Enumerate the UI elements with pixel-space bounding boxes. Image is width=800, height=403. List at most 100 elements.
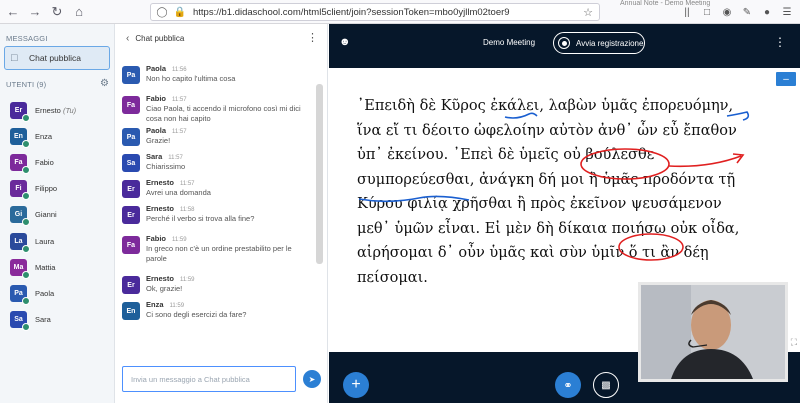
profile-icon[interactable]: ● — [760, 5, 774, 19]
message-time: 11:59 — [179, 277, 195, 283]
browser-toolbar: ← → ↻ ⌂ ◯ 🔒 https://b1.didaschool.com/ht… — [0, 0, 800, 24]
slide-text: ᾿Επειδὴ δὲ Κῦρος ἐκάλει, λαβὼν ὑμᾶς ἐπορ… — [357, 94, 777, 290]
microphone-status-icon — [22, 296, 30, 305]
reload-icon[interactable]: ↻ — [48, 3, 66, 21]
message-time: 11:57 — [168, 155, 183, 161]
slide-line: Κύρου φιλίᾳ χρῆσθαι ἢ πρὸς ἐκεῖνον ψευσά… — [357, 196, 722, 212]
avatar: Er — [122, 180, 140, 198]
actions-plus-button[interactable]: + — [343, 372, 369, 398]
chat-panel: ‹ Chat pubblica ⋮ Pa Paola 11:56 Non ho cap… — [116, 24, 328, 403]
avatar: Pa — [122, 66, 140, 84]
user-name-text: Mattia — [35, 262, 56, 272]
slide-line: μεθ᾿ ὑμῶν εἶναι. Εἰ μὲν δὴ δίκαια ποιήσω… — [357, 220, 740, 237]
user-list-item[interactable]: En Enza — [10, 126, 110, 148]
chat-message-input[interactable]: Invia un messaggio a Chat pubblica — [122, 366, 296, 392]
chat-scrollbar[interactable] — [316, 84, 323, 264]
message-sender: Ernesto 11:57 — [146, 178, 195, 187]
user-name-text: Ernesto — [35, 105, 61, 115]
avatar: Pa — [122, 128, 140, 146]
sender-name: Paola — [146, 126, 167, 135]
chevron-left-icon[interactable]: ‹ — [126, 33, 129, 44]
chat-message: Pa Paola 11:56 Non ho capito l'ultima cosa — [122, 62, 312, 90]
user-self-tag: (Tu) — [62, 105, 77, 115]
minimize-presentation-button[interactable]: – — [776, 72, 796, 86]
chat-message: Er Ernesto 11:59 Ok, grazie! — [122, 272, 312, 296]
user-list-item[interactable]: Gi Gianni — [10, 205, 110, 227]
user-list-item[interactable]: Fi Filippo — [10, 179, 110, 201]
message-time: 11:57 — [172, 97, 187, 103]
send-button[interactable]: ➤ — [303, 370, 321, 388]
public-chat-label: Chat pubblica — [29, 53, 81, 63]
user-name: Filippo — [35, 184, 57, 193]
avatar: Er — [10, 101, 30, 122]
message-time: 11:59 — [169, 303, 185, 309]
bookmark-star-icon[interactable]: ☆ — [583, 6, 593, 19]
record-button[interactable]: Avvia registrazione — [553, 32, 645, 54]
shield-icon: ◯ — [156, 6, 168, 18]
message-sender: Paola 11:56 — [146, 64, 187, 73]
more-options-icon[interactable]: ⋮ — [307, 31, 318, 44]
message-sender: Paola 11:57 — [146, 126, 187, 135]
message-time: 11:57 — [172, 129, 187, 135]
user-list-item[interactable]: Er Ernesto (Tu) — [10, 100, 110, 122]
avatar: La — [10, 232, 30, 253]
user-name: Fabio — [35, 158, 54, 167]
message-sender: Fabio 11:57 — [146, 94, 187, 103]
user-list-item[interactable]: Fa Fabio — [10, 152, 110, 174]
slide-line: ᾿Επειδὴ δὲ Κῦρος ἐκάλει, λαβὼν ὑμᾶς ἐπορ… — [357, 98, 734, 114]
menu-icon[interactable]: ☰ — [780, 5, 794, 19]
user-name-text: Sara — [35, 315, 51, 325]
chat-message: En Enza 11:59 Ci sono degli esercizi da far… — [122, 298, 312, 326]
chat-title: Chat pubblica — [135, 33, 185, 43]
more-options-icon[interactable]: ⋮ — [774, 35, 786, 49]
sender-name: Fabio — [146, 234, 166, 243]
chat-message: Sa Sara 11:57 Chiarissimo — [122, 150, 312, 174]
sender-name: Ernesto — [146, 178, 174, 187]
meeting-title: Demo Meeting — [483, 38, 536, 47]
user-name: Mattia — [35, 263, 55, 272]
address-bar[interactable]: ◯ 🔒 https://b1.didaschool.com/html5clien… — [150, 3, 600, 21]
user-name: Gianni — [35, 210, 57, 219]
home-icon[interactable]: ⌂ — [70, 3, 88, 21]
slide-line: ὑπ᾿ ἐκείνου. ᾿Επεὶ δὲ ὑμεῖς οὐ βούλεσθε — [357, 147, 655, 163]
sidebar-icon[interactable]: □ — [700, 5, 714, 19]
user-list-item[interactable]: La Laura — [10, 231, 110, 253]
message-time: 11:58 — [179, 207, 195, 213]
microphone-status-icon — [22, 113, 30, 122]
chat-header: ‹ Chat pubblica ⋮ — [116, 24, 328, 52]
back-icon[interactable]: ← — [4, 3, 22, 21]
chat-message: Fa Fabio 11:57 Ciao Paola, ti accendo il mi… — [122, 92, 312, 123]
avatar: Sa — [10, 311, 30, 332]
chat-message: Er Ernesto 11:57 Avrei una domanda — [122, 176, 312, 200]
record-icon — [558, 37, 570, 49]
user-list-item[interactable]: Ma Mattia — [10, 257, 110, 279]
message-text: Perché il verbo si trova alla fine? — [146, 214, 255, 223]
user-name: Paola — [35, 289, 54, 298]
sender-name: Enza — [146, 300, 164, 309]
fullscreen-icon[interactable]: ⛶ — [791, 337, 797, 348]
messages-heading: MESSAGGI — [6, 34, 48, 43]
microphone-status-icon — [22, 165, 30, 174]
message-sender: Ernesto 11:59 — [146, 274, 195, 283]
users-heading: UTENTI (9) — [6, 80, 47, 89]
user-list-item[interactable]: Pa Paola — [10, 283, 110, 305]
user-name-text: Enza — [35, 131, 53, 141]
forward-icon[interactable]: → — [26, 3, 44, 21]
message-sender: Sara 11:57 — [146, 152, 183, 161]
message-text: Ciao Paola, ti accendo il microfono così… — [146, 104, 301, 123]
user-icon[interactable]: ☻ — [339, 36, 351, 48]
avatar: Fa — [122, 96, 140, 114]
microphone-status-icon — [22, 139, 30, 148]
gear-icon[interactable]: ⚙ — [100, 78, 109, 89]
avatar: En — [10, 127, 30, 148]
extension-icon[interactable]: ◉ — [720, 5, 734, 19]
public-chat-item[interactable]: □ Chat pubblica — [4, 46, 110, 70]
user-name: Enza — [35, 132, 52, 141]
camera-off-button[interactable]: ▩ — [593, 372, 619, 398]
library-icon[interactable]: || — [680, 5, 694, 19]
addon-icon[interactable]: ✎ — [740, 5, 754, 19]
user-list-item[interactable]: Sa Sara — [10, 310, 110, 332]
headphones-button[interactable]: ⚭ — [555, 372, 581, 398]
avatar: Sa — [122, 154, 140, 172]
microphone-status-icon — [22, 244, 30, 253]
